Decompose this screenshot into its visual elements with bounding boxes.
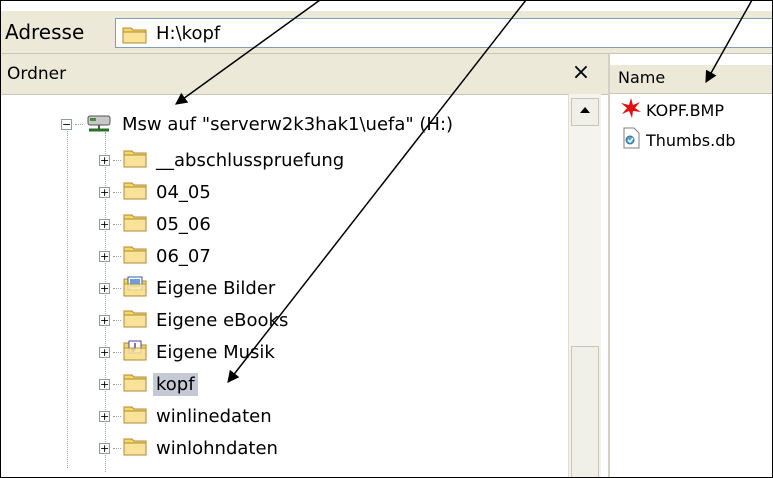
folders-pane-title: Ordner [7,64,67,84]
address-field[interactable]: H:\kopf [115,18,772,48]
tree-node-drive-label: Msw auf "serverw2k3hak1\uefa" (H:) [122,113,454,135]
file-item[interactable]: Thumbs.db [620,126,736,154]
folder-icon [123,180,147,204]
tree-node-label: 05_06 [156,213,211,235]
folder-icon [122,24,148,48]
file-name: Thumbs.db [646,130,736,150]
scroll-thumb[interactable] [571,346,599,477]
tree-node-folder[interactable]: + Eigene eBooks [99,305,291,335]
file-list-pane: Name KOPF.BMP Thumbs.db [610,54,772,477]
tree-node-folder[interactable]: + __abschlusspruefung [99,145,347,175]
folder-icon [123,148,147,172]
tree-node-label: winlohndaten [156,437,278,459]
file-item[interactable]: KOPF.BMP [620,96,724,124]
tree-node-folder[interactable]: + 04_05 [99,177,214,207]
tree-node-label: Eigene eBooks [156,309,289,331]
address-value: H:\kopf [156,23,221,44]
file-name: KOPF.BMP [646,100,725,120]
address-bar: Adresse H:\kopf [1,11,772,54]
expand-icon[interactable]: + [99,154,110,166]
expand-icon[interactable]: + [99,442,110,454]
folder-icon [123,404,147,428]
explorer-window: Adresse H:\kopf Ordner × − Msw auf "serv… [0,0,773,478]
folder-icon [123,308,147,332]
folder-icon [123,436,147,460]
folders-pane: Ordner × − Msw auf "serverw2k3hak1\uefa"… [1,54,610,477]
tree-node-label: kopf [153,372,198,396]
pictures-folder-icon [123,275,147,301]
tree-node-folder[interactable]: + Eigene Bilder [99,273,278,303]
expand-icon[interactable]: + [99,250,110,262]
expand-icon[interactable]: + [99,218,110,230]
expand-icon[interactable]: + [99,314,110,326]
tree-node-label: Eigene Musik [156,341,275,363]
expand-icon[interactable]: + [99,186,110,198]
name-column-header[interactable]: Name [610,64,772,94]
collapse-icon[interactable]: − [61,118,72,130]
tree-node-folder[interactable]: + Eigene Musik [99,337,278,367]
folders-pane-header: Ordner × [1,54,608,95]
arrow-up-icon [580,107,590,113]
expand-icon[interactable]: + [99,378,110,390]
tree-node-folder[interactable]: + 06_07 [99,241,214,271]
tree-node-folder[interactable]: + winlohndaten [99,433,281,463]
tree-node-label: Eigene Bilder [156,277,276,299]
tree-node-label: 06_07 [156,245,211,267]
address-label: Adresse [5,20,85,44]
expand-icon[interactable]: + [99,282,110,294]
close-pane-button[interactable]: × [568,60,594,86]
name-column-label: Name [618,68,666,87]
tree-node-folder[interactable]: + 05_06 [99,209,214,239]
expand-icon[interactable]: + [99,346,110,358]
folder-icon [123,212,147,236]
tree-node-label: 04_05 [156,181,211,203]
folder-tree: − Msw auf "serverw2k3hak1\uefa" (H:) + _… [1,94,568,477]
scroll-up-button[interactable] [571,98,599,126]
tree-node-drive[interactable]: − Msw auf "serverw2k3hak1\uefa" (H:) [61,109,456,139]
network-drive-icon [85,111,113,137]
bitmap-icon [620,97,642,123]
folder-icon [123,372,147,396]
tree-node-label: __abschlusspruefung [156,149,345,171]
tree-node-folder-selected[interactable]: + kopf [99,369,198,399]
tree-node-label: winlinedaten [156,405,272,427]
vertical-scrollbar[interactable] [568,94,601,477]
expand-icon[interactable]: + [99,410,110,422]
music-folder-icon [123,339,147,365]
db-file-icon [620,127,642,153]
folder-icon [123,244,147,268]
tree-node-folder[interactable]: + winlinedaten [99,401,275,431]
